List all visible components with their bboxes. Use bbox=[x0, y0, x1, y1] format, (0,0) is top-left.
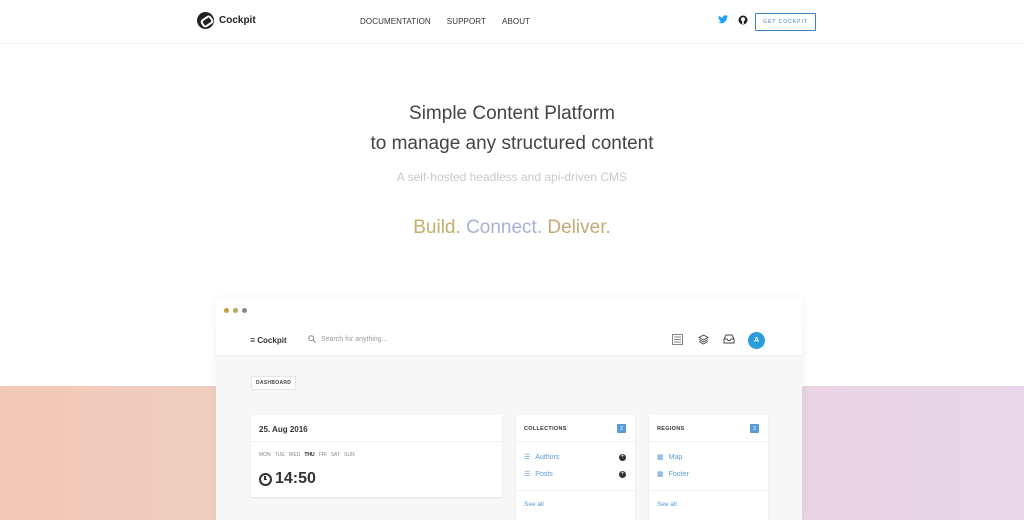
regions-header: REGIONS 2 bbox=[649, 415, 768, 442]
collections-count-badge: 2 bbox=[617, 424, 626, 433]
breadcrumb[interactable]: DASHBOARD bbox=[251, 376, 297, 390]
collections-title: COLLECTIONS bbox=[524, 426, 567, 432]
app-toolbar-icons: A bbox=[670, 332, 765, 349]
hero-title-line2: to manage any structured content bbox=[370, 133, 654, 154]
clock-icon bbox=[259, 472, 272, 486]
add-entry-icon[interactable]: + bbox=[619, 454, 626, 461]
clock-time: 14:50 bbox=[275, 470, 316, 487]
gradient-band-left bbox=[0, 386, 216, 520]
avatar[interactable]: A bbox=[748, 332, 765, 349]
collection-item-authors[interactable]: ☰ Authors bbox=[524, 453, 560, 462]
app-brand[interactable]: ≡ Cockpit bbox=[250, 335, 287, 345]
collection-item-label: Posts bbox=[535, 470, 553, 478]
regions-see-all-link[interactable]: See all bbox=[657, 501, 677, 508]
hero-subtitle: A self-hosted headless and api-driven CM… bbox=[396, 170, 628, 184]
collection-item-label: Authors bbox=[535, 453, 560, 461]
grid-icon: ▦ bbox=[657, 471, 664, 478]
tagline: Build. Connect. Deliver. bbox=[0, 217, 1024, 239]
menu-icon[interactable]: ≡ bbox=[250, 335, 255, 345]
weekday-active: THU bbox=[304, 452, 315, 458]
dashboard-icon[interactable] bbox=[670, 333, 684, 348]
region-item-footer[interactable]: ▦ Footer bbox=[657, 470, 689, 479]
social-icons bbox=[718, 15, 748, 25]
app-brand-label: Cockpit bbox=[257, 335, 287, 345]
get-cockpit-button[interactable]: GET COCKPIT bbox=[755, 13, 816, 31]
list-icon: ☰ bbox=[524, 471, 531, 478]
weekday: TUE bbox=[274, 452, 285, 458]
github-icon[interactable] bbox=[738, 15, 748, 25]
inbox-icon[interactable] bbox=[722, 334, 736, 348]
gradient-band-right bbox=[802, 386, 1024, 520]
app-body: DASHBOARD 25. Aug 2016 MON TUE WED THU F… bbox=[216, 356, 802, 520]
weekday-list: MON TUE WED THU FRI SAT SUN bbox=[259, 452, 355, 458]
collections-footer: See all bbox=[516, 490, 635, 508]
weekday: SUN bbox=[344, 452, 355, 458]
weekday: SAT bbox=[330, 452, 341, 458]
add-entry-icon[interactable]: + bbox=[619, 471, 626, 478]
grid-icon: ▦ bbox=[657, 454, 664, 461]
weekday: MON bbox=[259, 452, 271, 458]
region-item-label: Map bbox=[668, 453, 683, 461]
weekday: WED bbox=[288, 452, 301, 458]
window-dot bbox=[233, 308, 238, 313]
weekday: FRI bbox=[318, 452, 327, 458]
region-item-map[interactable]: ▦ Map bbox=[657, 453, 683, 462]
window-dot bbox=[224, 308, 229, 313]
hero-title-line1: Simple Content Platform bbox=[409, 103, 615, 124]
nav-link-support[interactable]: SUPPORT bbox=[447, 17, 486, 26]
nav-link-documentation[interactable]: DOCUMENTATION bbox=[360, 17, 431, 26]
nav-link-about[interactable]: ABOUT bbox=[502, 17, 530, 26]
list-icon: ☰ bbox=[524, 454, 531, 461]
date-label: 25. Aug 2016 bbox=[251, 415, 502, 442]
regions-card: REGIONS 2 ▦ Map ▦ Footer See all bbox=[649, 415, 768, 520]
collections-see-all-link[interactable]: See all bbox=[524, 501, 544, 508]
layers-icon[interactable] bbox=[696, 333, 710, 348]
date-card: 25. Aug 2016 MON TUE WED THU FRI SAT SUN… bbox=[251, 415, 502, 497]
search-input[interactable]: Search for anything... bbox=[321, 336, 388, 343]
window-dot bbox=[242, 308, 247, 313]
twitter-icon[interactable] bbox=[718, 15, 728, 25]
nav-links: DOCUMENTATION SUPPORT ABOUT bbox=[360, 17, 530, 26]
clock: 14:50 bbox=[259, 470, 316, 488]
region-item-label: Footer bbox=[668, 470, 689, 478]
collections-card: COLLECTIONS 2 ☰ Authors + ☰ Posts + See … bbox=[516, 415, 635, 520]
collections-header: COLLECTIONS 2 bbox=[516, 415, 635, 442]
app-preview-window: ≡ Cockpit Search for anything... A DASHB… bbox=[216, 299, 802, 520]
app-search[interactable]: Search for anything... bbox=[308, 335, 388, 343]
tagline-build: Build. bbox=[413, 217, 461, 238]
top-navigation: Cockpit DOCUMENTATION SUPPORT ABOUT GET … bbox=[0, 0, 1024, 44]
cockpit-logo-icon bbox=[197, 12, 214, 29]
tagline-deliver: Deliver. bbox=[547, 217, 611, 238]
collection-item-posts[interactable]: ☰ Posts bbox=[524, 470, 553, 479]
logo-text: Cockpit bbox=[219, 15, 256, 26]
window-dots bbox=[224, 308, 247, 313]
search-icon bbox=[308, 335, 316, 343]
regions-count-badge: 2 bbox=[750, 424, 759, 433]
regions-footer: See all bbox=[649, 490, 768, 508]
logo[interactable]: Cockpit bbox=[197, 12, 256, 29]
regions-title: REGIONS bbox=[657, 426, 685, 432]
app-toolbar: ≡ Cockpit Search for anything... A bbox=[216, 326, 802, 356]
tagline-connect: Connect. bbox=[466, 217, 543, 238]
